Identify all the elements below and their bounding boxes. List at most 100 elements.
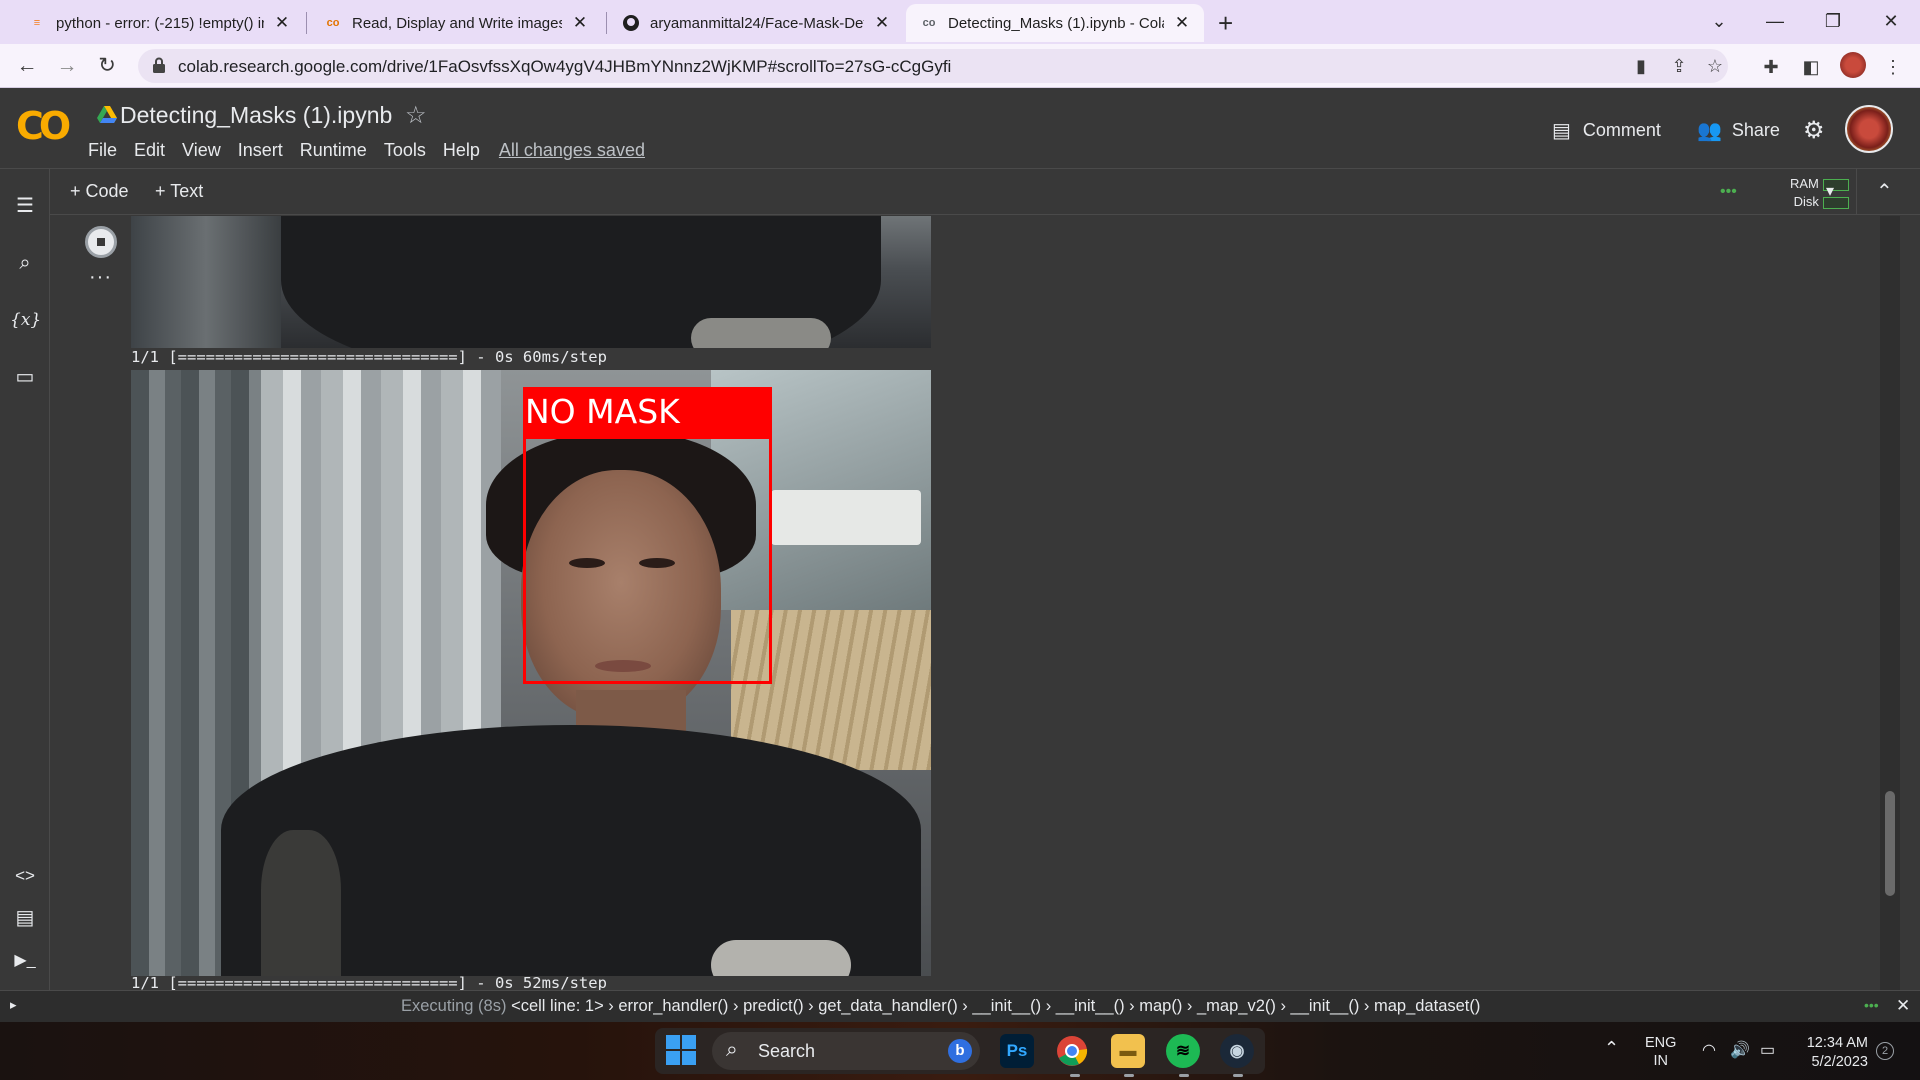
extensions-icon[interactable]: ✚ (1760, 56, 1782, 78)
connected-dots-icon: ••• (1720, 183, 1737, 200)
log-line-1: 1/1 [==============================] - 0… (131, 348, 607, 366)
bookmark-star-icon[interactable]: ☆ (1704, 55, 1726, 77)
tab-search-icon[interactable]: ⌄ (1696, 6, 1742, 36)
settings-gear-icon[interactable]: ⚙ (1803, 116, 1825, 145)
windows-start-icon[interactable] (666, 1035, 696, 1065)
menu-insert[interactable]: Insert (238, 140, 283, 161)
chrome-icon[interactable] (1055, 1034, 1089, 1068)
menu-file[interactable]: File (88, 140, 117, 161)
table-of-contents-icon[interactable]: ☰ (10, 191, 40, 221)
browser-tab-1[interactable]: ≡ python - error: (-215) !empty() in ✕ (14, 4, 304, 42)
volume-icon[interactable]: 🔊 (1730, 1040, 1750, 1060)
minimize-button[interactable]: — (1752, 6, 1798, 36)
resource-monitor[interactable]: RAM Disk (1790, 175, 1849, 211)
comment-button[interactable]: ▤ Comment (1552, 118, 1661, 143)
runtime-dropdown-icon[interactable]: ▾ (1826, 181, 1834, 201)
menu-view[interactable]: View (182, 140, 221, 161)
expand-status-icon[interactable]: ▸ (10, 997, 17, 1013)
close-window-button[interactable]: ✕ (1868, 6, 1914, 36)
url-text: colab.research.google.com/drive/1FaOsvfs… (178, 57, 952, 76)
windows-taskbar: ⌕ Search b Ps ▬ ≋ ◉ ⌃ ENG IN ◠ 🔊 ▭ 12:34… (0, 1022, 1920, 1080)
close-tab-icon[interactable]: ✕ (272, 13, 292, 33)
scrollbar-thumb[interactable] (1885, 791, 1895, 896)
reload-button[interactable]: ↻ (92, 51, 122, 81)
close-status-icon[interactable]: ✕ (1896, 996, 1910, 1016)
menu-runtime[interactable]: Runtime (300, 140, 367, 161)
chrome-menu-icon[interactable]: ⋮ (1882, 56, 1904, 78)
terminal-icon[interactable]: ▶_ (10, 946, 40, 976)
camera-icon[interactable]: ▮ (1630, 55, 1652, 77)
bing-icon[interactable]: b (948, 1039, 972, 1063)
wifi-icon[interactable]: ◠ (1702, 1040, 1716, 1060)
tab-title: aryamanmittal24/Face-Mask-Det (650, 14, 864, 32)
account-avatar[interactable] (1845, 105, 1893, 153)
left-sidebar: ☰ ⌕ {x} ▭ <> ▤ ▶_ (0, 169, 50, 990)
collapse-chevron-icon[interactable]: ⌃ (1876, 179, 1893, 204)
webcam-frame-previous (131, 216, 931, 348)
chair-edge (261, 830, 341, 976)
webcam-frame: NO MASK (131, 370, 931, 976)
steam-running-indicator (1233, 1074, 1243, 1077)
add-code-button[interactable]: + Code (70, 181, 129, 202)
comment-icon: ▤ (1552, 120, 1571, 142)
tab-title: Detecting_Masks (1).ipynb - Cola (948, 14, 1164, 32)
profile-avatar[interactable] (1840, 52, 1866, 78)
menu-tools[interactable]: Tools (384, 140, 426, 161)
log-line-2: 1/1 [==============================] - 0… (131, 974, 607, 990)
toolbar-divider (1856, 169, 1857, 215)
battery-icon[interactable]: ▭ (1760, 1040, 1775, 1060)
stop-execution-button[interactable] (85, 226, 117, 258)
star-icon[interactable]: ☆ (405, 101, 427, 130)
execution-status[interactable]: Executing (8s) <cell line: 1> › error_ha… (401, 997, 1480, 1016)
variables-icon[interactable]: {x} (10, 305, 41, 335)
right-gutter (1900, 216, 1920, 990)
stackoverflow-icon: ≡ (33, 17, 41, 29)
people-icon: 👥 (1697, 120, 1722, 142)
colab-logo[interactable]: CO (16, 104, 71, 148)
address-bar[interactable]: colab.research.google.com/drive/1FaOsvfs… (138, 49, 1728, 83)
show-hidden-icons-chevron[interactable]: ⌃ (1604, 1038, 1619, 1059)
air-conditioner (771, 490, 921, 545)
notification-badge[interactable]: 2 (1876, 1042, 1894, 1060)
close-tab-icon[interactable]: ✕ (872, 13, 892, 33)
file-explorer-icon[interactable]: ▬ (1111, 1034, 1145, 1068)
menu-edit[interactable]: Edit (134, 140, 165, 161)
side-panel-icon[interactable]: ◧ (1800, 56, 1822, 78)
search-icon[interactable]: ⌕ (10, 248, 40, 278)
files-folder-icon[interactable]: ▭ (10, 362, 40, 392)
lock-icon (153, 57, 165, 73)
taskbar-search[interactable]: ⌕ Search b (712, 1032, 980, 1070)
share-button[interactable]: 👥 Share (1697, 118, 1780, 143)
clock[interactable]: 12:34 AM 5/2/2023 (1796, 1034, 1868, 1072)
add-text-button[interactable]: + Text (155, 181, 203, 202)
tab-title: python - error: (-215) !empty() in (56, 14, 264, 32)
new-tab-button[interactable]: + (1218, 8, 1233, 39)
save-status[interactable]: All changes saved (499, 140, 645, 161)
back-button[interactable]: ← (12, 51, 42, 81)
photoshop-icon[interactable]: Ps (1000, 1034, 1034, 1068)
browser-tab-3[interactable]: aryamanmittal24/Face-Mask-Det ✕ (608, 4, 904, 42)
tab-separator (306, 12, 307, 34)
forward-button[interactable]: → (52, 51, 82, 81)
code-snippets-icon[interactable]: <> (10, 861, 40, 891)
browser-tab-2[interactable]: co Read, Display and Write images.i ✕ (310, 4, 602, 42)
close-tab-icon[interactable]: ✕ (1172, 13, 1192, 33)
close-tab-icon[interactable]: ✕ (570, 13, 590, 33)
menu-bar: File Edit View Insert Runtime Tools Help… (88, 140, 662, 161)
share-page-icon[interactable]: ⇪ (1668, 55, 1690, 77)
hand (711, 940, 851, 976)
steam-icon[interactable]: ◉ (1220, 1034, 1254, 1068)
notebook-scrollbar[interactable] (1880, 216, 1900, 990)
chrome-running-indicator (1070, 1074, 1080, 1077)
command-palette-icon[interactable]: ▤ (10, 903, 40, 933)
restore-button[interactable]: ❐ (1810, 6, 1856, 36)
language-indicator[interactable]: ENG IN (1645, 1034, 1676, 1070)
cell-more-icon[interactable]: ··· (89, 266, 112, 289)
browser-tab-4-active[interactable]: co Detecting_Masks (1).ipynb - Cola ✕ (906, 4, 1204, 42)
disk-label: Disk (1793, 194, 1819, 209)
spotify-icon[interactable]: ≋ (1166, 1034, 1200, 1068)
notebook-title[interactable]: Detecting_Masks (1).ipynb (120, 102, 392, 129)
menu-help[interactable]: Help (443, 140, 480, 161)
cell-toolbar: + Code + Text ••• RAM Disk ▾ ⌃ (50, 169, 1920, 215)
colab-header: CO Detecting_Masks (1).ipynb ☆ File Edit… (0, 88, 1920, 169)
